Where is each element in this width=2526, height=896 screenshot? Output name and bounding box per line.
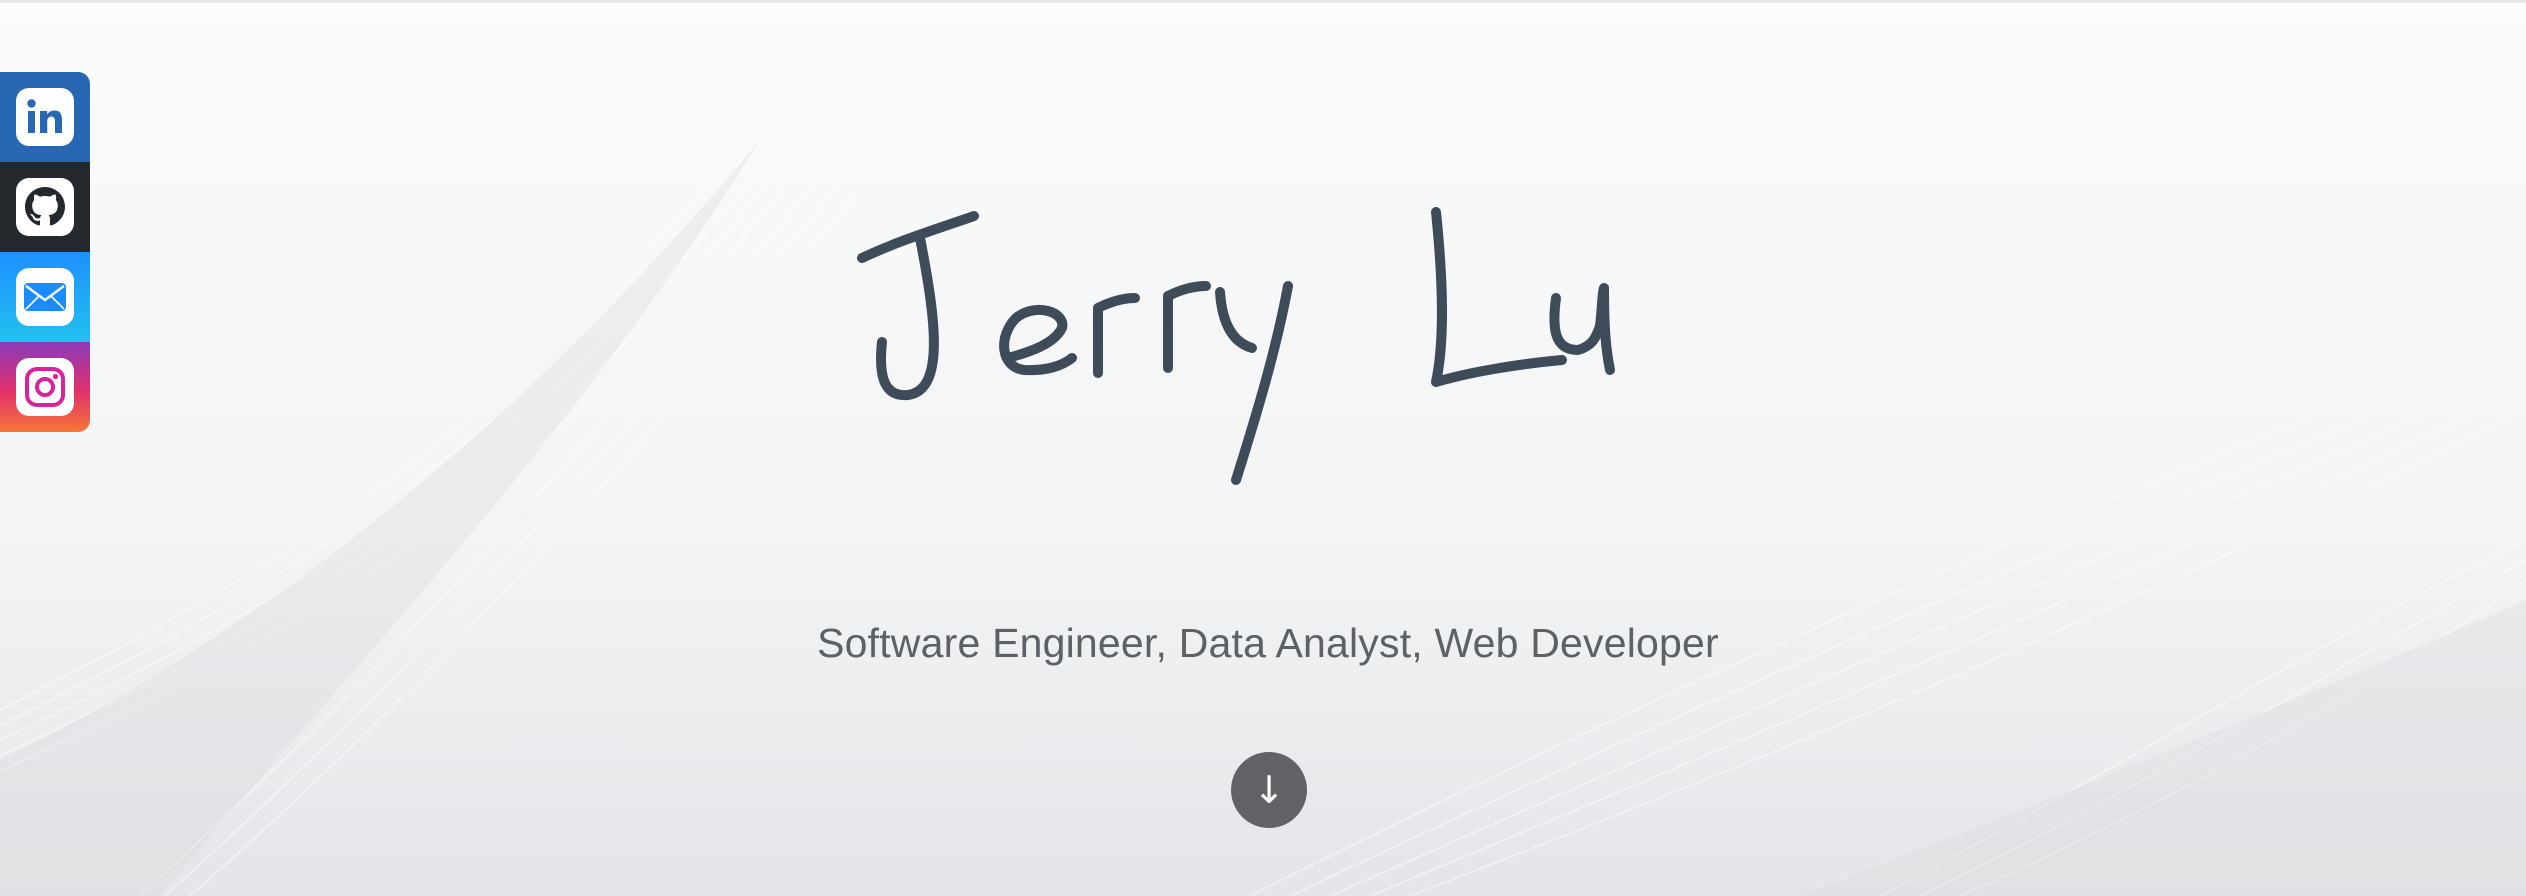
- name-signature: Jerry Lu: [840, 190, 1640, 510]
- github-button[interactable]: [0, 162, 90, 252]
- instagram-button[interactable]: [0, 342, 90, 432]
- tagline: Software Engineer, Data Analyst, Web Dev…: [817, 620, 1719, 666]
- linkedin-icon: [16, 88, 74, 146]
- social-links-bar: [0, 72, 90, 432]
- email-button[interactable]: [0, 252, 90, 342]
- scroll-down-button[interactable]: ↓: [1231, 752, 1307, 828]
- mail-icon: [16, 268, 74, 326]
- arrow-down-icon: ↓: [1253, 768, 1285, 812]
- github-icon: [16, 178, 74, 236]
- linkedin-button[interactable]: [0, 72, 90, 162]
- hero-section: Jerry Lu Software Engineer, Data Analyst…: [0, 0, 2526, 896]
- instagram-icon: [16, 358, 74, 416]
